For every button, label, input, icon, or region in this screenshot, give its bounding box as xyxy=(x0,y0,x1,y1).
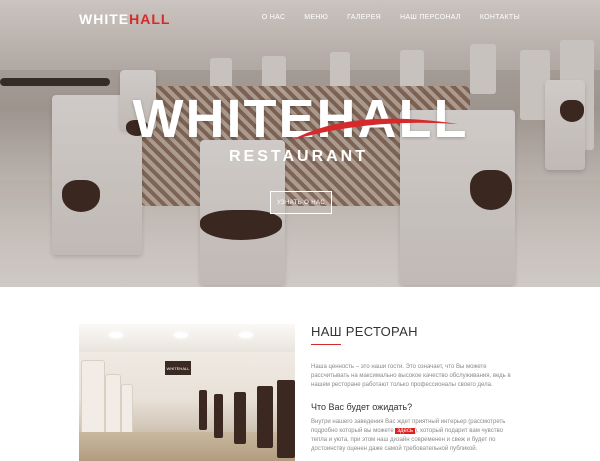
title-underline xyxy=(311,344,341,345)
main-nav: О НАС МЕНЮ ГАЛЕРЕЯ НАШ ПЕРСОНАЛ КОНТАКТЫ xyxy=(262,14,600,21)
nav-item-contacts[interactable]: КОНТАКТЫ xyxy=(480,14,520,21)
nav-item-about[interactable]: О НАС xyxy=(262,14,286,21)
learn-more-button[interactable]: УЗНАТЬ О НАС xyxy=(270,191,332,214)
nav-item-menu[interactable]: МЕНЮ xyxy=(304,14,328,21)
gallery-link[interactable]: здесь xyxy=(395,428,415,434)
brand-prefix: WHITE xyxy=(79,11,130,27)
interior-paragraph: Внутри нашего заведения Вас ждет приятны… xyxy=(311,419,506,452)
hero-section: WHITEHALL О НАС МЕНЮ ГАЛЕРЕЯ НАШ ПЕРСОНА… xyxy=(0,0,600,287)
logo-swoosh-icon xyxy=(292,118,458,140)
restaurant-photo: WHITEHALL xyxy=(79,324,295,461)
nav-item-staff[interactable]: НАШ ПЕРСОНАЛ xyxy=(400,14,461,21)
brand-suffix: HALL xyxy=(129,11,171,27)
photo-sign: WHITEHALL xyxy=(165,361,191,375)
hero-logo-sub: RESTAURANT xyxy=(228,148,368,165)
expectations-heading: Что Вас будет ожидать? xyxy=(311,402,413,412)
brand-logo[interactable]: WHITEHALL xyxy=(79,11,170,27)
intro-paragraph: Наша ценность – это наши гости. Это озна… xyxy=(311,364,511,388)
section-title: НАШ РЕСТОРАН xyxy=(311,324,418,339)
nav-item-gallery[interactable]: ГАЛЕРЕЯ xyxy=(347,14,381,21)
